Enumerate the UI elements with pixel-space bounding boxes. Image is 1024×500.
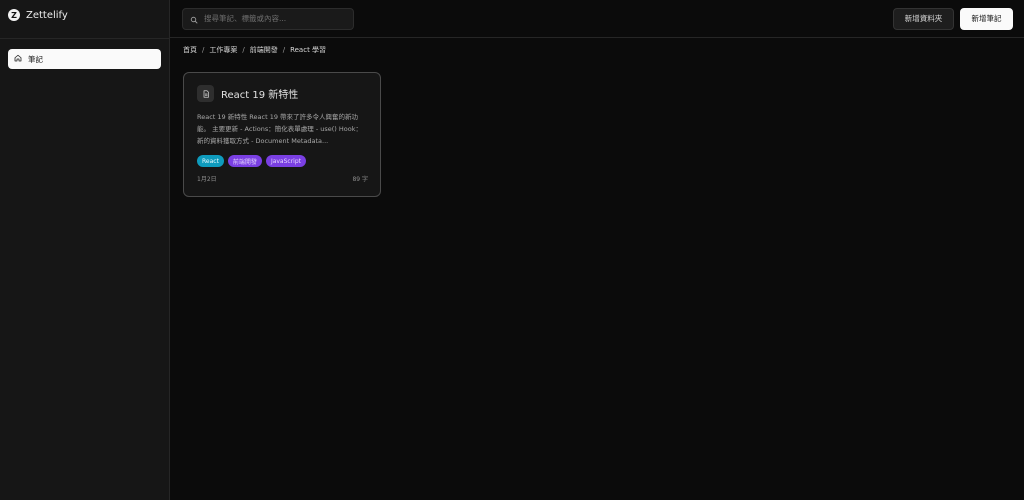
breadcrumb-item-work-projects[interactable]: 工作專案 bbox=[209, 45, 237, 55]
search-input[interactable] bbox=[204, 14, 344, 23]
search-icon bbox=[190, 9, 198, 28]
note-tags: React 前端開發 JavaScript bbox=[197, 155, 368, 167]
note-date: 1月2日 bbox=[197, 176, 217, 183]
sidebar: Z Zettelify 筆記 bbox=[0, 0, 170, 500]
document-icon bbox=[197, 85, 214, 102]
sidebar-item-label: 筆記 bbox=[28, 54, 43, 64]
app-root: Z Zettelify 筆記 搜尋筆記、標籤或內容... 新增資料夾 新增筆記 … bbox=[0, 0, 1024, 500]
brand-name: Zettelify bbox=[26, 9, 68, 21]
sidebar-nav: 筆記 bbox=[0, 39, 169, 79]
tag-react[interactable]: React bbox=[197, 155, 224, 167]
breadcrumb: 首頁 / 工作專案 / 前端開發 / React 學習 bbox=[170, 38, 1024, 62]
brand[interactable]: Z Zettelify bbox=[0, 0, 169, 30]
note-card-header: React 19 新特性 bbox=[197, 85, 368, 102]
search-box[interactable] bbox=[182, 7, 354, 30]
notes-grid: React 19 新特性 React 19 新特性 React 19 帶來了許多… bbox=[170, 62, 1024, 197]
breadcrumb-separator: / bbox=[282, 46, 286, 54]
main-area: 新增資料夾 新增筆記 首頁 / 工作專案 / 前端開發 / React 學習 bbox=[170, 0, 1024, 500]
note-excerpt: React 19 新特性 React 19 帶來了許多令人興奮的新功能。 主要更… bbox=[197, 113, 363, 145]
sidebar-item-notes[interactable]: 筆記 bbox=[8, 49, 161, 69]
tag-frontend[interactable]: 前端開發 bbox=[227, 155, 262, 167]
breadcrumb-item-home[interactable]: 首頁 bbox=[183, 45, 197, 55]
breadcrumb-item-current: React 學習 bbox=[290, 46, 327, 54]
note-word-count: 89 字 bbox=[352, 176, 368, 183]
home-icon bbox=[14, 54, 22, 64]
breadcrumb-separator: / bbox=[242, 46, 245, 54]
note-card[interactable]: React 19 新特性 React 19 新特性 React 19 帶來了許多… bbox=[183, 72, 381, 197]
note-footer: 1月2日 89 字 bbox=[197, 174, 368, 183]
breadcrumb-separator: / bbox=[202, 46, 205, 54]
note-title: React 19 新特性 bbox=[221, 90, 299, 101]
breadcrumb-item-frontend[interactable]: 前端開發 bbox=[250, 45, 278, 55]
new-note-button[interactable]: 新增筆記 bbox=[960, 7, 1013, 30]
top-actions: 新增資料夾 新增筆記 bbox=[893, 7, 1013, 30]
new-folder-button[interactable]: 新增資料夾 bbox=[893, 7, 954, 30]
brand-logo: Z bbox=[8, 9, 20, 21]
tag-javascript[interactable]: JavaScript bbox=[265, 155, 307, 167]
top-bar: 新增資料夾 新增筆記 bbox=[170, 0, 1024, 38]
